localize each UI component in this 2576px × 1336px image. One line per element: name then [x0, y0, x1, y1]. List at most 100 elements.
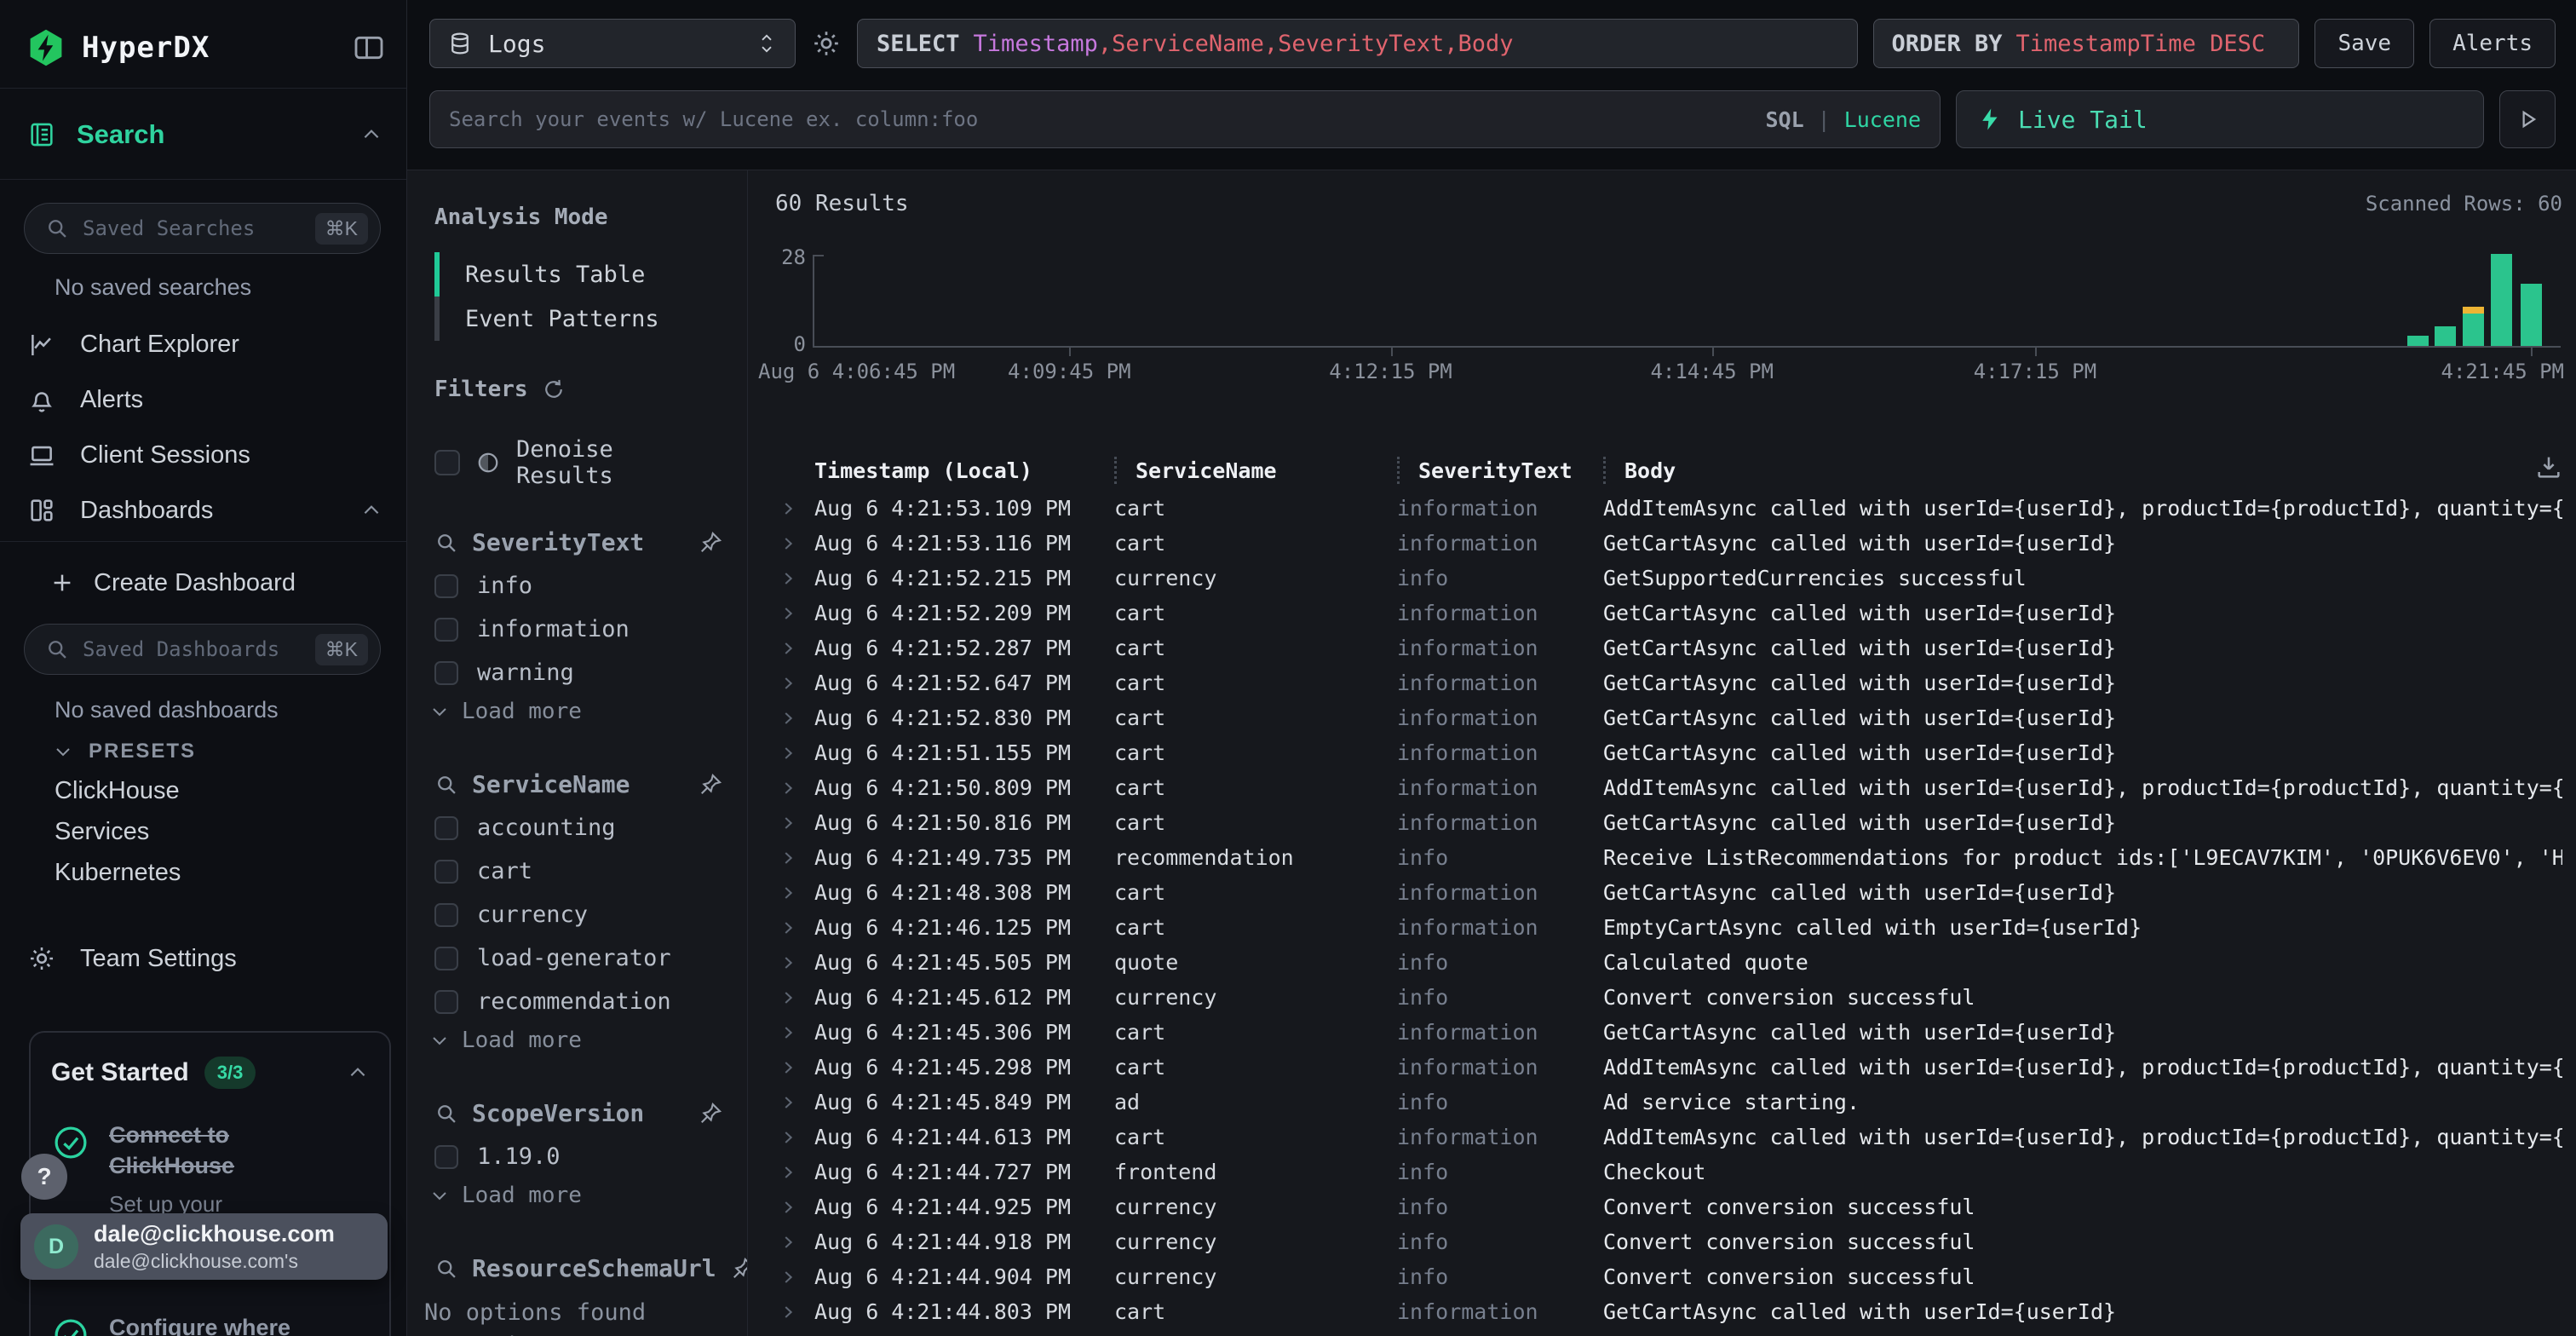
table-row[interactable]: Aug 6 4:21:53.116 PM cart information Ge…: [775, 526, 2562, 561]
chevron-up-icon[interactable]: [360, 124, 382, 146]
column-header-timestamp[interactable]: Timestamp (Local): [814, 457, 1114, 484]
filter-group-header[interactable]: ServiceName: [434, 770, 723, 798]
lang-toggle-lucene[interactable]: Lucene: [1844, 107, 1921, 132]
create-dashboard-button[interactable]: Create Dashboard: [49, 561, 296, 605]
filter-option-load-generator[interactable]: load-generator: [434, 939, 723, 977]
saved-dashboards-input[interactable]: [83, 637, 302, 661]
table-row[interactable]: Aug 6 4:21:44.803 PM cart information Ge…: [775, 1294, 2562, 1329]
table-row[interactable]: Aug 6 4:21:45.612 PM currency info Conve…: [775, 980, 2562, 1015]
download-icon[interactable]: [2535, 453, 2562, 481]
load-more-button[interactable]: Load more: [429, 692, 723, 731]
table-row[interactable]: Aug 6 4:21:44.925 PM currency info Conve…: [775, 1189, 2562, 1224]
table-row[interactable]: Aug 6 4:21:52.647 PM cart information Ge…: [775, 665, 2562, 700]
table-row[interactable]: Aug 6 4:21:53.109 PM cart information Ad…: [775, 491, 2562, 526]
expand-row-chevron-icon[interactable]: [779, 744, 797, 763]
preset-item-services[interactable]: Services: [0, 811, 406, 852]
get-started-step[interactable]: Configure where your data comes from: [51, 1312, 369, 1336]
expand-row-chevron-icon[interactable]: [779, 884, 797, 902]
select-columns-input[interactable]: SELECT Timestamp ,ServiceName,SeverityTe…: [857, 19, 1858, 68]
saved-searches-input[interactable]: [83, 216, 302, 240]
pin-icon[interactable]: [730, 1256, 748, 1281]
chevron-up-icon[interactable]: [347, 1062, 369, 1084]
filter-option-cart[interactable]: cart: [434, 852, 723, 890]
expand-row-chevron-icon[interactable]: [779, 918, 797, 937]
table-row[interactable]: Aug 6 4:21:45.306 PM cart information Ge…: [775, 1015, 2562, 1050]
expand-row-chevron-icon[interactable]: [779, 1093, 797, 1112]
filter-option-checkbox[interactable]: [434, 816, 458, 840]
expand-row-chevron-icon[interactable]: [779, 1233, 797, 1252]
column-header-severitytext[interactable]: SeverityText: [1397, 457, 1603, 484]
table-row[interactable]: Aug 6 4:21:52.830 PM cart information Ge…: [775, 700, 2562, 735]
expand-row-chevron-icon[interactable]: [779, 1198, 797, 1217]
expand-row-chevron-icon[interactable]: [779, 1303, 797, 1322]
table-row[interactable]: Aug 6 4:21:44.904 PM currency info Conve…: [775, 1259, 2562, 1294]
table-row[interactable]: Aug 6 4:21:51.155 PM cart information Ge…: [775, 735, 2562, 770]
table-row[interactable]: Aug 6 4:21:48.308 PM cart information Ge…: [775, 875, 2562, 910]
chart-bar[interactable]: [2521, 284, 2542, 346]
help-button[interactable]: ?: [21, 1154, 67, 1200]
collapse-sidebar-icon[interactable]: [352, 31, 386, 65]
saved-searches-search[interactable]: ⌘K: [24, 203, 381, 254]
user-chip[interactable]: D dale@clickhouse.com dale@clickhouse.co…: [20, 1213, 388, 1280]
table-row[interactable]: Aug 6 4:21:44.713 PM cart information Ge…: [775, 1329, 2562, 1336]
filter-option-checkbox[interactable]: [434, 574, 458, 598]
table-row[interactable]: Aug 6 4:21:44.918 PM currency info Conve…: [775, 1224, 2562, 1259]
expand-row-chevron-icon[interactable]: [779, 534, 797, 553]
pin-icon[interactable]: [698, 530, 723, 556]
filter-option-1.19.0[interactable]: 1.19.0: [434, 1137, 723, 1176]
sidebar-item-dashboards[interactable]: Dashboards: [0, 482, 406, 538]
expand-row-chevron-icon[interactable]: [779, 814, 797, 832]
event-search-bar[interactable]: SQL | Lucene: [429, 90, 1941, 148]
save-button[interactable]: Save: [2314, 19, 2414, 68]
load-more-button[interactable]: Load more: [429, 1021, 723, 1060]
expand-row-chevron-icon[interactable]: [779, 499, 797, 518]
filter-option-accounting[interactable]: accounting: [434, 809, 723, 847]
expand-row-chevron-icon[interactable]: [779, 953, 797, 972]
filter-group-header[interactable]: ResourceSchemaUrl: [434, 1254, 723, 1282]
chart-bar[interactable]: [2407, 336, 2429, 346]
expand-row-chevron-icon[interactable]: [779, 779, 797, 798]
filter-option-checkbox[interactable]: [434, 947, 458, 970]
refresh-icon[interactable]: [542, 377, 566, 401]
saved-dashboards-search[interactable]: ⌘K: [24, 624, 381, 675]
source-select[interactable]: Logs: [429, 19, 796, 68]
column-header-servicename[interactable]: ServiceName: [1114, 457, 1397, 484]
load-more-button[interactable]: Load more: [429, 1326, 723, 1336]
expand-row-chevron-icon[interactable]: [779, 709, 797, 728]
source-settings-gear-icon[interactable]: [811, 28, 842, 59]
pin-icon[interactable]: [698, 772, 723, 798]
tab-event-patterns[interactable]: Event Patterns: [434, 297, 723, 341]
expand-row-chevron-icon[interactable]: [779, 639, 797, 658]
expand-row-chevron-icon[interactable]: [779, 849, 797, 867]
table-row[interactable]: Aug 6 4:21:49.735 PM recommendation info…: [775, 840, 2562, 875]
sidebar-item-client-sessions[interactable]: Client Sessions: [0, 428, 406, 483]
filter-option-info[interactable]: info: [434, 567, 723, 605]
table-row[interactable]: Aug 6 4:21:52.209 PM cart information Ge…: [775, 596, 2562, 631]
chart-bar[interactable]: [2435, 326, 2456, 346]
chevron-up-icon[interactable]: [360, 499, 382, 521]
filter-option-currency[interactable]: currency: [434, 895, 723, 934]
filter-group-header[interactable]: ScopeVersion: [434, 1099, 723, 1127]
table-row[interactable]: Aug 6 4:21:46.125 PM cart information Em…: [775, 910, 2562, 945]
filter-option-checkbox[interactable]: [434, 903, 458, 927]
sidebar-section-search[interactable]: Search: [27, 101, 382, 169]
filter-option-checkbox[interactable]: [434, 661, 458, 685]
filter-option-checkbox[interactable]: [434, 860, 458, 884]
expand-row-chevron-icon[interactable]: [779, 604, 797, 623]
expand-row-chevron-icon[interactable]: [779, 674, 797, 693]
expand-row-chevron-icon[interactable]: [779, 988, 797, 1007]
expand-row-chevron-icon[interactable]: [779, 1163, 797, 1182]
denoise-checkbox[interactable]: [434, 450, 460, 475]
table-row[interactable]: Aug 6 4:21:44.613 PM cart information Ad…: [775, 1120, 2562, 1155]
expand-row-chevron-icon[interactable]: [779, 1023, 797, 1042]
filter-option-checkbox[interactable]: [434, 1145, 458, 1169]
table-row[interactable]: Aug 6 4:21:45.505 PM quote info Calculat…: [775, 945, 2562, 980]
order-by-input[interactable]: ORDER BY TimestampTime DESC: [1873, 19, 2299, 68]
table-row[interactable]: Aug 6 4:21:50.809 PM cart information Ad…: [775, 770, 2562, 805]
preset-item-kubernetes[interactable]: Kubernetes: [0, 852, 406, 893]
pin-icon[interactable]: [698, 1101, 723, 1126]
expand-row-chevron-icon[interactable]: [779, 1128, 797, 1147]
lang-toggle-sql[interactable]: SQL: [1765, 107, 1803, 132]
preset-item-clickhouse[interactable]: ClickHouse: [0, 770, 406, 811]
sidebar-item-team-settings[interactable]: Team Settings: [0, 934, 406, 983]
